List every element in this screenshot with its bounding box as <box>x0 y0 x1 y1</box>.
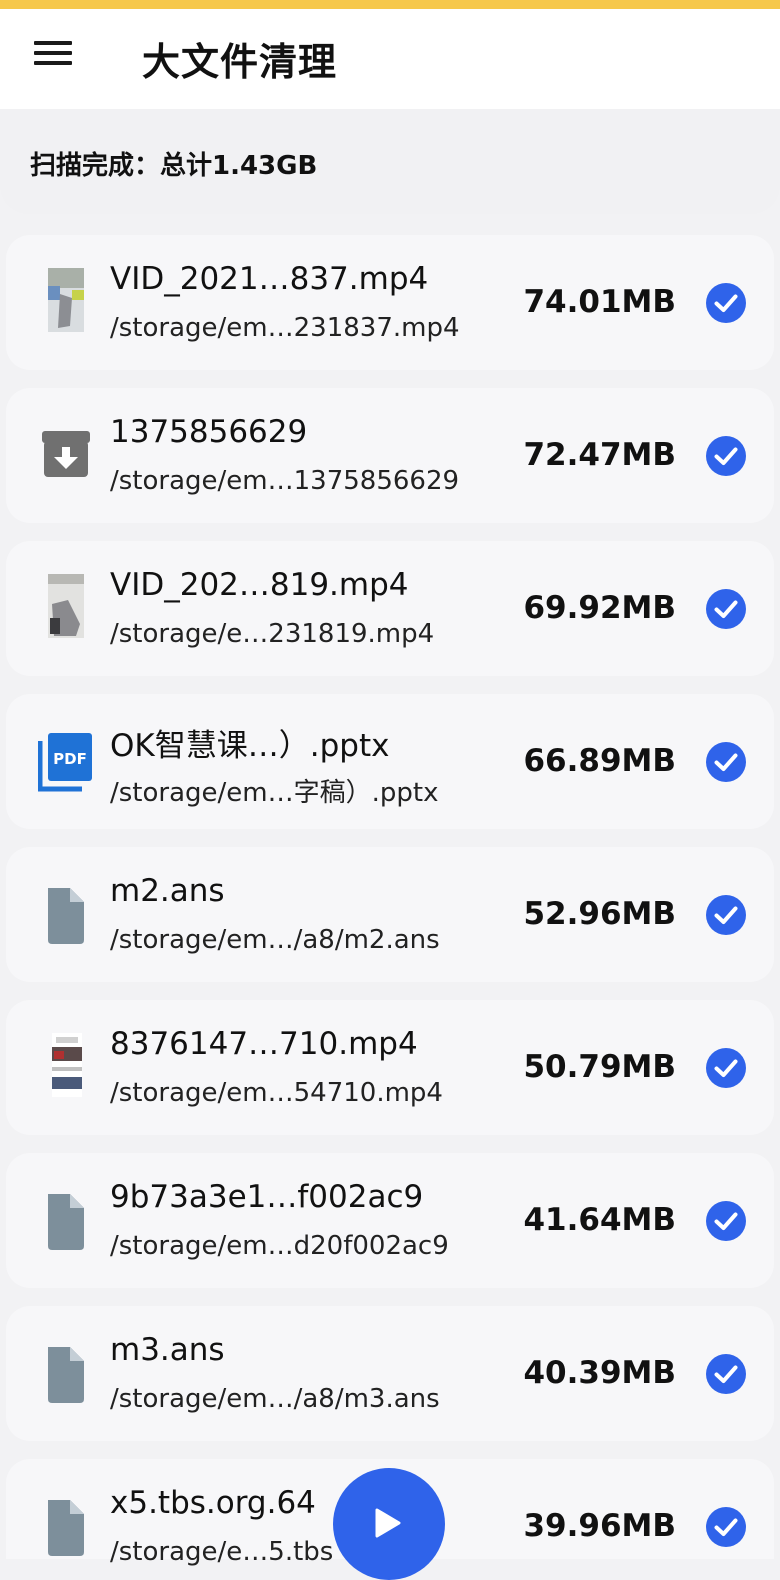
scan-summary-bar: 扫描完成：总计1.43GB <box>0 109 780 214</box>
top-accent-bar <box>0 0 780 9</box>
file-row[interactable]: 1375856629 /storage/em…1375856629 72.47M… <box>6 388 774 523</box>
menu-icon[interactable] <box>34 39 72 67</box>
file-path: /storage/em…/a8/m2.ans <box>110 925 440 955</box>
check-circle-icon[interactable] <box>706 1354 746 1394</box>
file-size: 66.89MB <box>523 743 676 779</box>
file-path: /storage/em…字稿）.pptx <box>110 778 439 808</box>
file-name: 1375856629 <box>110 414 308 450</box>
file-name: x5.tbs.org.64 <box>110 1485 316 1521</box>
video-thumbnail <box>48 574 84 638</box>
play-icon <box>375 1508 401 1538</box>
document-icon <box>48 888 84 944</box>
check-circle-icon[interactable] <box>706 1048 746 1088</box>
check-circle-icon[interactable] <box>706 436 746 476</box>
check-circle-icon[interactable] <box>706 283 746 323</box>
document-icon <box>48 1347 84 1403</box>
check-circle-icon[interactable] <box>706 1201 746 1241</box>
file-path: /storage/em…1375856629 <box>110 466 460 496</box>
file-name: VID_2021…837.mp4 <box>110 261 429 297</box>
file-path: /storage/em…/a8/m3.ans <box>110 1384 440 1414</box>
check-circle-icon[interactable] <box>706 742 746 782</box>
file-path: /storage/e…5.tbs <box>110 1537 334 1567</box>
file-path: /storage/em…231837.mp4 <box>110 313 460 343</box>
file-size: 72.47MB <box>523 437 676 473</box>
file-row[interactable]: VID_2021…837.mp4 /storage/em…231837.mp4 … <box>6 235 774 370</box>
check-circle-icon[interactable] <box>706 895 746 935</box>
file-name: 9b73a3e1…f002ac9 <box>110 1179 424 1215</box>
video-thumbnail <box>52 1033 82 1097</box>
page-title: 大文件清理 <box>142 40 338 84</box>
check-circle-icon[interactable] <box>706 589 746 629</box>
start-clean-button[interactable] <box>333 1468 445 1580</box>
file-size: 69.92MB <box>523 590 676 626</box>
file-row[interactable]: 9b73a3e1…f002ac9 /storage/em…d20f002ac9 … <box>6 1153 774 1288</box>
file-name: m3.ans <box>110 1332 225 1368</box>
file-name: OK智慧课…）.pptx <box>110 728 390 764</box>
archive-icon <box>42 431 90 477</box>
file-size: 39.96MB <box>523 1508 676 1544</box>
file-size: 50.79MB <box>523 1049 676 1085</box>
file-size: 40.39MB <box>523 1355 676 1391</box>
file-row[interactable]: m2.ans /storage/em…/a8/m2.ans 52.96MB <box>6 847 774 982</box>
check-circle-icon[interactable] <box>706 1507 746 1547</box>
file-row[interactable]: 8376147…710.mp4 /storage/em…54710.mp4 50… <box>6 1000 774 1135</box>
file-row[interactable]: m3.ans /storage/em…/a8/m3.ans 40.39MB <box>6 1306 774 1441</box>
document-icon <box>48 1194 84 1250</box>
file-name: 8376147…710.mp4 <box>110 1026 418 1062</box>
scan-summary-text: 扫描完成：总计1.43GB <box>30 151 318 181</box>
pdf-icon: PDF <box>38 733 92 792</box>
video-thumbnail <box>48 268 84 332</box>
app-header: 大文件清理 <box>0 9 780 109</box>
file-size: 41.64MB <box>523 1202 676 1238</box>
svg-text:PDF: PDF <box>53 750 87 768</box>
file-row[interactable]: PDF OK智慧课…）.pptx /storage/em…字稿）.pptx 66… <box>6 694 774 829</box>
file-path: /storage/em…d20f002ac9 <box>110 1231 449 1261</box>
file-path: /storage/em…54710.mp4 <box>110 1078 443 1108</box>
file-name: VID_202…819.mp4 <box>110 567 409 603</box>
file-size: 52.96MB <box>523 896 676 932</box>
file-name: m2.ans <box>110 873 225 909</box>
file-row[interactable]: VID_202…819.mp4 /storage/e…231819.mp4 69… <box>6 541 774 676</box>
file-path: /storage/e…231819.mp4 <box>110 619 435 649</box>
file-size: 74.01MB <box>523 284 676 320</box>
